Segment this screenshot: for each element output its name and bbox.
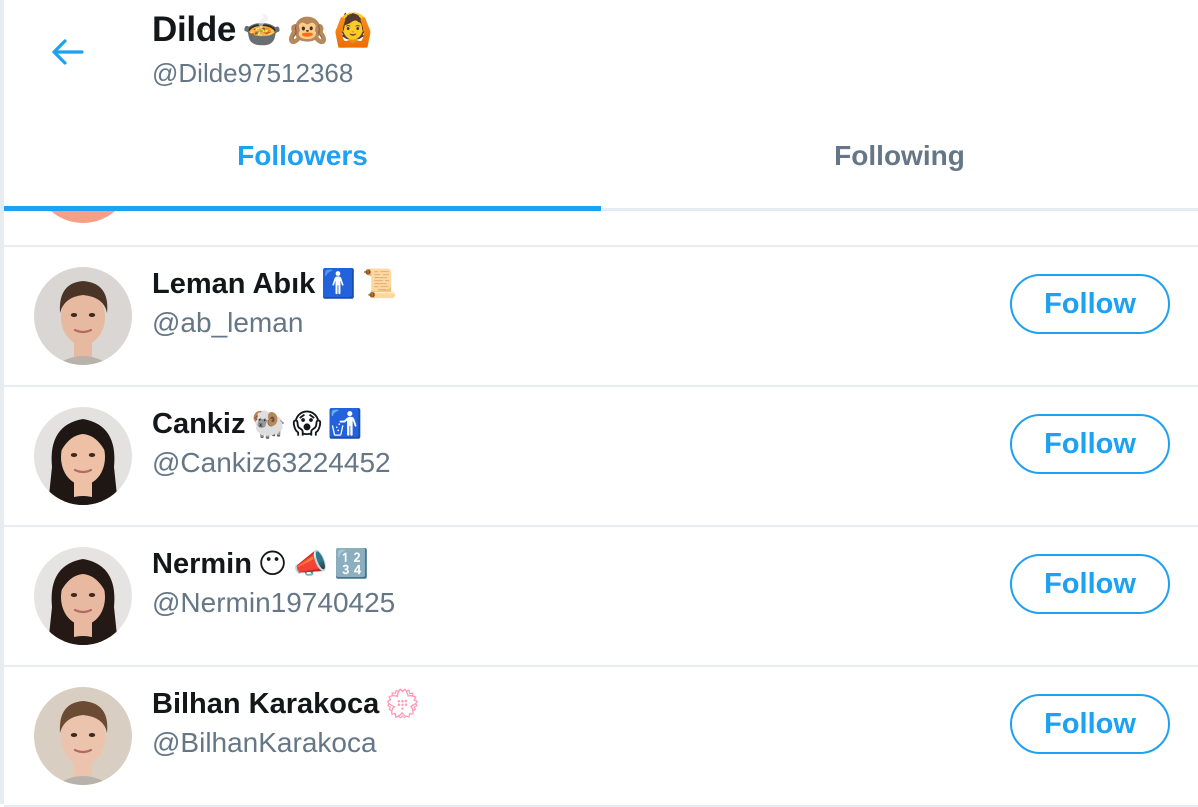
tab-bar: Followers Following: [4, 110, 1198, 211]
ram-emoji-icon: 🐏: [251, 408, 287, 439]
user-name-text: Cankiz: [152, 408, 246, 440]
list-item[interactable]: Cankiz 🐏 😱 🚮 @Cankiz63224452 Follow: [4, 387, 1198, 527]
user-name-text: Leman Abık: [152, 268, 316, 300]
profile-header: Dilde 🍲 🙉 🙆 @Dilde97512368: [4, 0, 1198, 110]
profile-name-text: Dilde: [152, 10, 237, 49]
profile-name: Dilde 🍲 🙉 🙆: [152, 10, 373, 50]
avatar-image: [34, 407, 132, 505]
list-item[interactable]: Leman Abık 🚹 📜 @ab_leman Follow: [4, 247, 1198, 387]
follow-button[interactable]: Follow: [1010, 694, 1170, 754]
mens-room-emoji-icon: 🚹: [321, 268, 357, 299]
user-name: Cankiz 🐏 😱 🚮: [152, 407, 362, 441]
avatar-image: [34, 267, 132, 365]
arrow-left-icon: [52, 39, 84, 65]
avatar: [34, 211, 132, 223]
user-name: Nermin 😶 📣 🔢: [152, 547, 369, 581]
avatar-image: [34, 687, 132, 785]
tab-followers[interactable]: Followers: [4, 110, 601, 211]
user-handle: @ab_leman: [152, 307, 304, 338]
back-button[interactable]: [42, 28, 94, 76]
user-name: Leman Abık 🚹 📜: [152, 267, 397, 301]
list-item[interactable]: Bilhan Karakoca 💮 @BilhanKarakoca Follow: [4, 667, 1198, 807]
user-name-text: Bilhan Karakoca: [152, 688, 380, 720]
no-mouth-face-emoji-icon: 😶: [257, 548, 288, 579]
follow-button[interactable]: Follow: [1010, 554, 1170, 614]
person-gesturing-ok-emoji-icon: 🙆: [333, 12, 373, 48]
list-item[interactable]: Nermin 😶 📣 🔢 @Nermin19740425 Follow: [4, 527, 1198, 667]
tab-following[interactable]: Following: [601, 110, 1198, 208]
profile-handle: @Dilde97512368: [152, 58, 354, 88]
user-handle: @BilhanKarakoca: [152, 727, 377, 758]
avatar[interactable]: [34, 687, 132, 785]
numbers-emoji-icon: 🔢: [334, 548, 369, 579]
follow-button[interactable]: Follow: [1010, 414, 1170, 474]
user-handle: @Cankiz63224452: [152, 447, 391, 478]
followers-list: Leman Abık 🚹 📜 @ab_leman Follow Cankiz 🐏 😱 🚮 …: [4, 247, 1198, 807]
list-item-partial[interactable]: [4, 211, 1198, 247]
scream-emoji-icon: 😱: [292, 408, 322, 439]
megaphone-emoji-icon: 📣: [293, 548, 328, 579]
pot-of-food-emoji-icon: 🍲: [242, 12, 282, 48]
avatar[interactable]: [34, 267, 132, 365]
user-name: Bilhan Karakoca 💮: [152, 687, 420, 721]
litter-in-bin-emoji-icon: 🚮: [327, 408, 363, 439]
hear-no-evil-monkey-emoji-icon: 🙉: [287, 12, 328, 48]
avatar-image: [34, 547, 132, 645]
avatar[interactable]: [34, 407, 132, 505]
user-name-text: Nermin: [152, 548, 252, 580]
avatar[interactable]: [34, 547, 132, 645]
user-handle: @Nermin19740425: [152, 587, 396, 618]
white-flower-emoji-icon: 💮: [385, 688, 421, 719]
follow-button[interactable]: Follow: [1010, 274, 1170, 334]
scroll-emoji-icon: 📜: [362, 268, 398, 299]
